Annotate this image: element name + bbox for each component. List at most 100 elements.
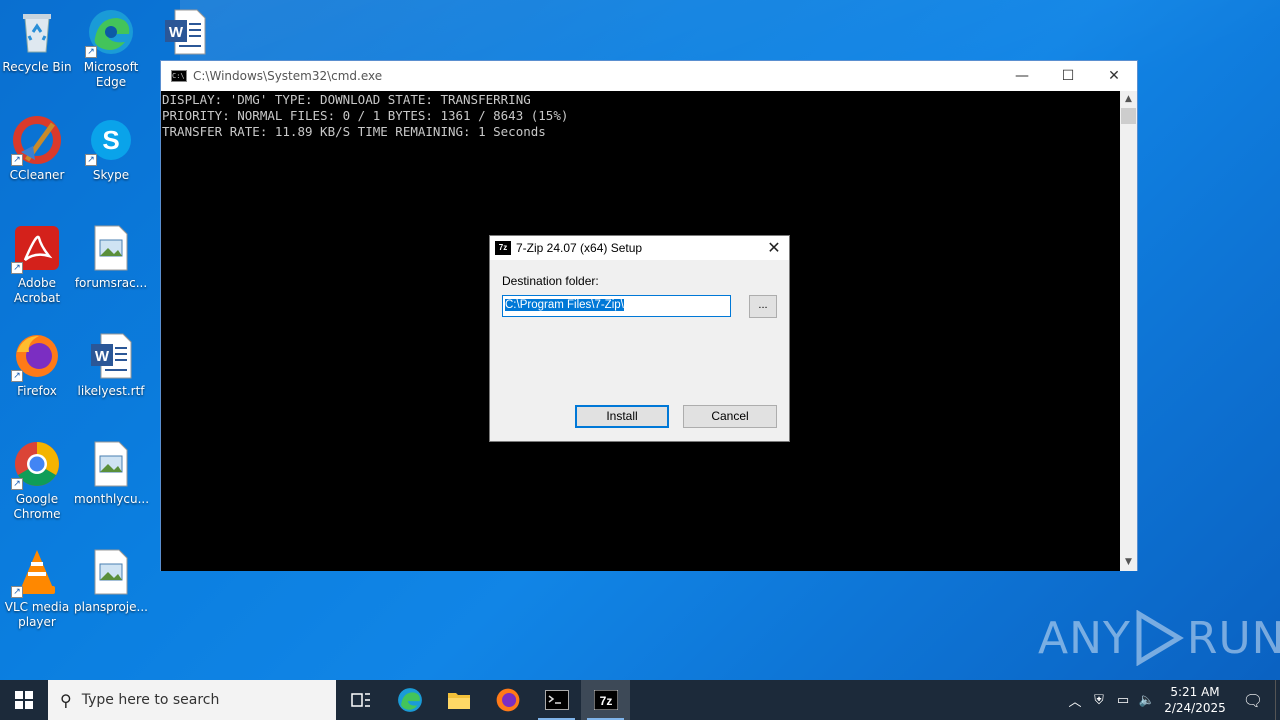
desktop-icon-monthlycu[interactable]: monthlycu... [74,440,150,507]
desktop-icon-label: likelyest.rtf [77,384,145,398]
play-logo-icon [1136,610,1184,666]
svg-text:W: W [169,24,184,41]
desktop-icon-microsoft-edge[interactable]: ↗ Microsoft Edge [74,8,148,90]
desktop-icon-label: Microsoft Edge [83,60,139,89]
shortcut-arrow-icon: ↗ [11,262,23,274]
chrome-icon: ↗ [11,440,61,490]
desktop-icon-likelyest[interactable]: W likelyest.rtf [74,332,148,399]
taskbar: ⚲ Type here to search 7z ︿ ⛨ ▭ 🔈 5:21 AM… [0,680,1280,720]
svg-text:7z: 7z [599,694,612,708]
desktop-icon-forumsrac[interactable]: forumsrac... [74,224,148,291]
cmd-title: C:\Windows\System32\cmd.exe [193,69,383,83]
desktop-icon-label: Adobe Acrobat [13,276,61,305]
cmd-icon [544,690,569,710]
clock-time: 5:21 AM [1170,685,1220,699]
security-icon[interactable]: ⛨ [1087,693,1111,708]
destination-folder-value: C:\Program Files\7-Zip\ [505,299,624,311]
cancel-button[interactable]: Cancel [683,405,777,428]
maximize-button[interactable]: ☐ [1045,61,1091,91]
scroll-down-icon[interactable]: ▼ [1120,554,1137,571]
shortcut-arrow-icon: ↗ [11,154,23,166]
shortcut-arrow-icon: ↗ [11,370,23,382]
word-doc-icon: W [161,8,209,56]
firefox-icon: ↗ [11,332,61,382]
dialog-title-bar[interactable]: 7z 7-Zip 24.07 (x64) Setup ✕ [490,236,789,260]
destination-folder-input[interactable]: C:\Program Files\7-Zip\ [502,295,731,317]
ccleaner-icon: ↗ [11,116,61,166]
skype-icon: S ↗ [85,116,135,166]
taskbar-search-box[interactable]: ⚲ Type here to search [48,680,336,720]
vertical-scrollbar[interactable]: ▲ ▼ [1120,91,1137,571]
browse-button[interactable]: ... [749,295,777,318]
volume-icon[interactable]: 🔈 [1135,693,1159,708]
desktop-icon-label: monthlycu... [74,492,150,506]
7zip-icon: 7z [593,690,618,710]
dialog-title: 7-Zip 24.07 (x64) Setup [516,241,643,255]
console-line: DISPLAY: 'DMG' TYPE: DOWNLOAD STATE: TRA… [162,92,531,107]
dialog-close-button[interactable]: ✕ [759,238,789,258]
minimize-button[interactable]: — [999,61,1045,91]
7zip-icon: 7z [495,241,511,255]
shortcut-arrow-icon: ↗ [85,154,97,166]
taskbar-file-explorer[interactable] [434,680,483,720]
desktop-icon-label: Firefox [17,384,57,398]
system-tray: ︿ ⛨ ▭ 🔈 5:21 AM 2/24/2025 🗨 [1063,680,1280,720]
desktop-icon-label: Skype [92,168,130,182]
desktop-icon-label: forumsrac... [74,276,148,290]
watermark-text-right: RUN [1186,612,1280,664]
taskbar-edge[interactable] [385,680,434,720]
anyrun-watermark: ANY RUN [1038,610,1280,666]
desktop-icon-google-chrome[interactable]: ↗ Google Chrome [0,440,74,522]
taskbar-clock[interactable]: 5:21 AM 2/24/2025 [1159,684,1231,716]
cmd-title-bar[interactable]: C:\ C:\Windows\System32\cmd.exe — ☐ ✕ [161,61,1137,91]
show-desktop-button[interactable] [1275,680,1280,720]
taskbar-firefox[interactable] [483,680,532,720]
setup-dialog[interactable]: 7z 7-Zip 24.07 (x64) Setup ✕ Destination… [489,235,790,442]
desktop-icon-word-doc-top[interactable]: W [148,8,222,60]
start-button[interactable] [0,680,48,720]
clock-date: 2/24/2025 [1164,701,1226,715]
desktop-icon-label: VLC media player [4,600,70,629]
scroll-thumb[interactable] [1121,108,1136,124]
destination-folder-label: Destination folder: [502,274,599,288]
image-file-icon [87,440,135,488]
taskbar-cmd[interactable] [532,680,581,720]
recycle-bin-icon [13,8,61,56]
task-view-button[interactable] [336,680,385,720]
taskbar-7zip-setup[interactable]: 7z [581,680,630,720]
image-file-icon [87,224,135,272]
firefox-icon [496,688,519,712]
svg-text:W: W [95,348,110,365]
scroll-up-icon[interactable]: ▲ [1120,91,1137,108]
chevron-up-icon[interactable]: ︿ [1063,691,1087,710]
shortcut-arrow-icon: ↗ [11,478,23,490]
desktop-icon-adobe-acrobat[interactable]: ↗ Adobe Acrobat [0,224,74,306]
cmd-icon: C:\ [171,70,187,82]
desktop-icon-recycle-bin[interactable]: Recycle Bin [0,8,74,75]
windows-logo-icon [15,691,33,709]
close-button[interactable]: ✕ [1091,61,1137,91]
watermark-text-left: ANY [1038,612,1131,664]
svg-text:S: S [102,125,119,155]
desktop-icon-label: plansproje... [74,600,148,614]
word-doc-icon: W [87,332,135,380]
console-line: TRANSFER RATE: 11.89 KB/S TIME REMAINING… [162,124,546,139]
folder-icon [447,693,470,709]
shortcut-arrow-icon: ↗ [11,586,23,598]
search-icon: ⚲ [60,690,72,710]
network-icon[interactable]: ▭ [1111,693,1135,708]
notification-icon[interactable]: 🗨 [1231,691,1275,710]
desktop-icon-label: CCleaner [9,168,65,182]
desktop-icon-ccleaner[interactable]: ↗ CCleaner [0,116,74,183]
install-button[interactable]: Install [575,405,669,428]
desktop-icon-skype[interactable]: S ↗ Skype [74,116,148,183]
vlc-icon: ↗ [11,548,61,598]
desktop-icon-plansproje[interactable]: plansproje... [74,548,148,615]
desktop-icon-firefox[interactable]: ↗ Firefox [0,332,74,399]
desktop-icon-vlc[interactable]: ↗ VLC media player [0,548,74,630]
task-view-icon [350,693,370,707]
desktop-icon-label: Recycle Bin [2,60,72,74]
edge-icon [397,688,422,712]
edge-icon: ↗ [85,8,135,58]
acrobat-icon: ↗ [11,224,61,274]
